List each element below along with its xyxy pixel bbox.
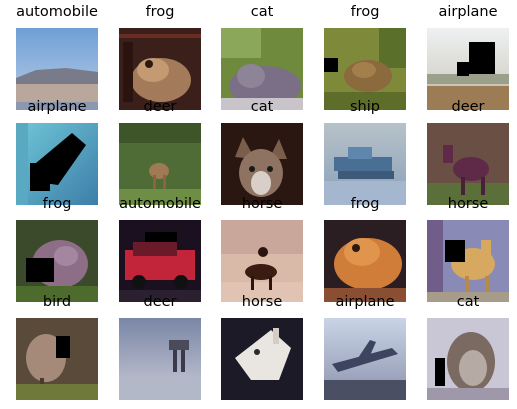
image-cell: deer — [119, 99, 201, 205]
image-label: cat — [456, 294, 480, 310]
image-cell: horse — [221, 196, 303, 302]
image-thumbnail — [119, 318, 201, 400]
image-thumbnail — [221, 220, 303, 302]
image-thumbnail — [324, 123, 406, 205]
image-cell: deer — [119, 294, 201, 400]
image-cell: ship — [324, 99, 406, 205]
image-thumbnail — [16, 220, 98, 302]
image-cell: bird — [16, 294, 98, 400]
image-thumbnail — [16, 123, 98, 205]
image-cell: airplane — [16, 99, 98, 205]
image-cell: cat — [221, 99, 303, 205]
image-cell: horse — [221, 294, 303, 400]
image-cell: horse — [427, 196, 509, 302]
image-cell: airplane — [324, 294, 406, 400]
image-thumbnail — [427, 220, 509, 302]
image-cell: deer — [427, 99, 509, 205]
image-thumbnail — [16, 318, 98, 400]
image-thumbnail — [119, 123, 201, 205]
image-thumbnail — [221, 123, 303, 205]
image-thumbnail — [119, 220, 201, 302]
image-cell: frog — [16, 196, 98, 302]
image-thumbnail — [324, 318, 406, 400]
image-label: horse — [447, 196, 489, 212]
image-label: deer — [451, 99, 485, 115]
image-thumbnail — [427, 318, 509, 400]
image-cell: frog — [324, 196, 406, 302]
image-cell: automobile — [119, 196, 201, 302]
image-thumbnail — [427, 123, 509, 205]
image-thumbnail — [221, 318, 303, 400]
image-thumbnail — [324, 220, 406, 302]
image-grid: automobile frog cat frog airplane airpla… — [0, 0, 517, 409]
image-cell: cat — [427, 294, 509, 400]
image-label: airplane — [438, 4, 498, 20]
